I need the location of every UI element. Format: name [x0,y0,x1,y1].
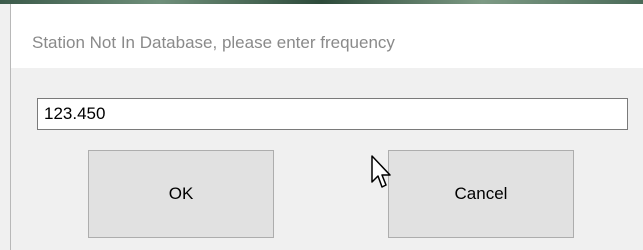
frequency-dialog: Station Not In Database, please enter fr… [10,4,643,250]
dialog-title-bar: Station Not In Database, please enter fr… [11,4,643,68]
frequency-input[interactable] [37,98,628,130]
cancel-button[interactable]: Cancel [388,150,574,238]
cancel-button-label: Cancel [454,184,508,203]
ok-button[interactable]: OK [88,150,274,238]
mouse-pointer-icon [371,155,391,188]
dialog-title: Station Not In Database, please enter fr… [32,33,395,52]
ok-button-label: OK [168,184,194,203]
